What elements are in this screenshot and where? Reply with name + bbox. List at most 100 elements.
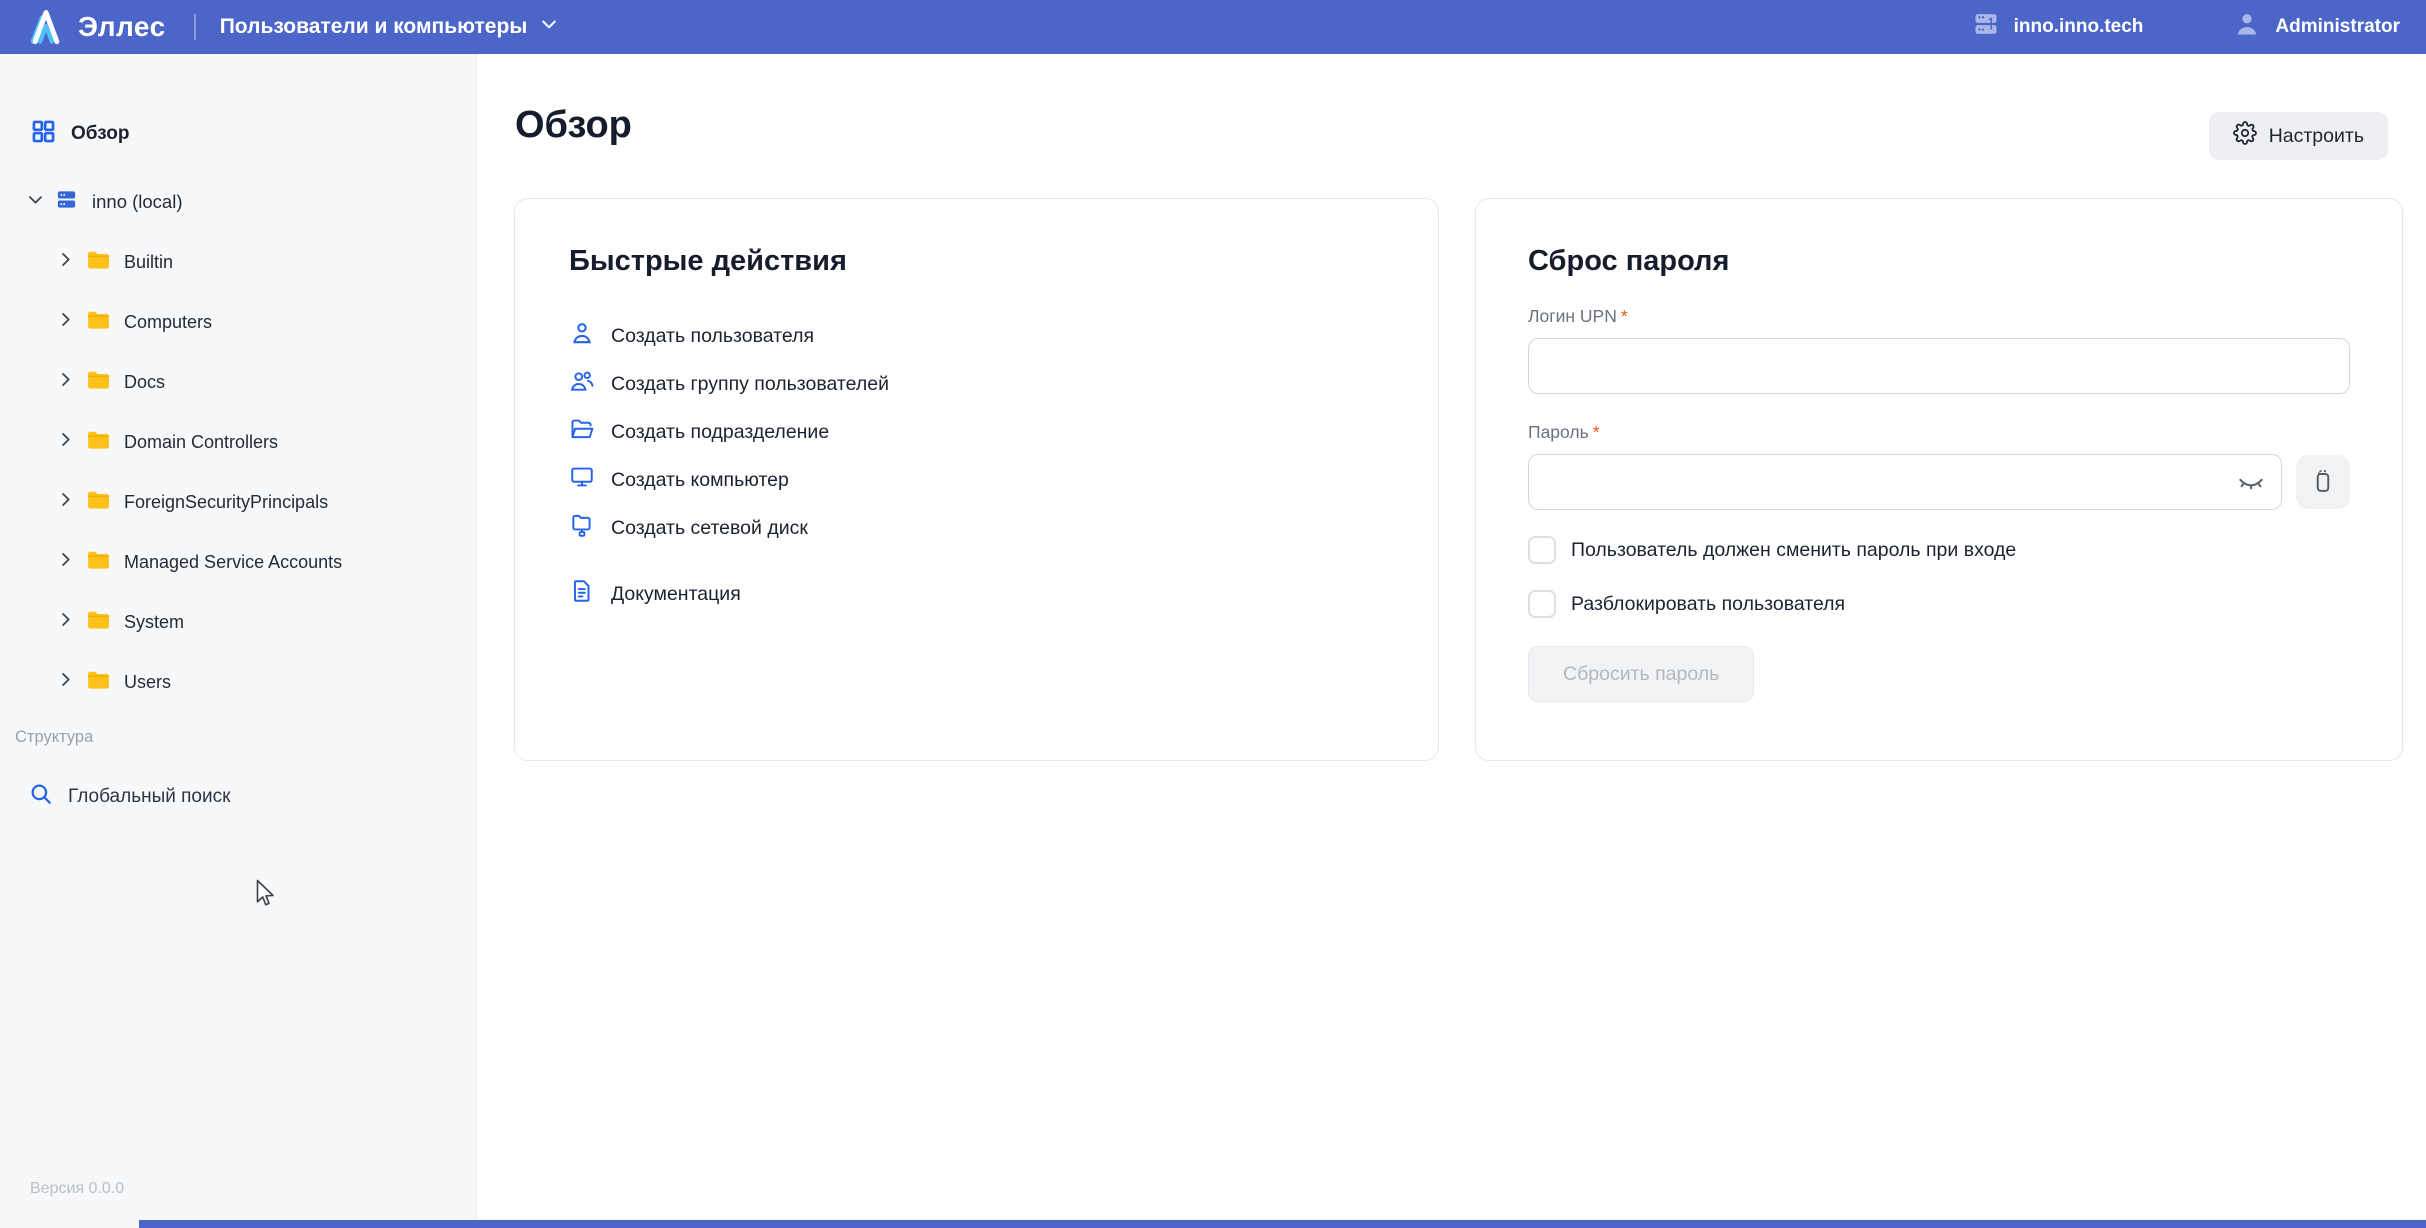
folder-icon xyxy=(85,547,110,577)
server-icon xyxy=(1972,10,2000,44)
chevron-right-icon[interactable] xyxy=(56,610,75,634)
create-network-drive-icon xyxy=(569,512,595,544)
chevron-right-icon[interactable] xyxy=(56,550,75,574)
create-computer-icon xyxy=(569,464,595,496)
password-reset-card: Сброс пароля Логин UPN* Пароль* xyxy=(1475,198,2403,761)
folder-icon xyxy=(85,367,110,397)
tree-node-users[interactable]: Users xyxy=(56,652,476,712)
folder-icon xyxy=(85,667,110,697)
domain-chip[interactable]: inno.inno.tech xyxy=(1972,10,2144,44)
tree-node-foreign-security-principals[interactable]: ForeignSecurityPrincipals xyxy=(56,472,476,532)
chevron-right-icon[interactable] xyxy=(56,310,75,334)
tree-folder-label: Computers xyxy=(124,312,212,333)
search-icon xyxy=(28,781,54,813)
current-user-name: Administrator xyxy=(2275,16,2400,38)
global-search-label: Глобальный поиск xyxy=(68,786,230,808)
password-reset-title: Сброс пароля xyxy=(1528,245,2350,278)
tree-folder-label: Users xyxy=(124,672,171,693)
section-title: Пользователи и компьютеры xyxy=(220,15,528,39)
sidebar-item-overview[interactable]: Обзор xyxy=(30,118,476,150)
required-asterisk: * xyxy=(1593,422,1600,442)
action-label: Создать сетевой диск xyxy=(611,517,808,540)
tree-node-domain-controllers[interactable]: Domain Controllers xyxy=(56,412,476,472)
copy-password-button[interactable] xyxy=(2296,455,2350,509)
required-asterisk: * xyxy=(1621,306,1628,326)
create-org-unit-icon xyxy=(569,416,595,448)
password-label: Пароль* xyxy=(1528,422,2350,443)
unlock-user-row: Разблокировать пользователя xyxy=(1528,590,2350,618)
folder-icon xyxy=(85,247,110,277)
tree-node-domain-root[interactable]: inno (local) xyxy=(26,186,476,218)
eye-closed-icon xyxy=(2236,466,2266,499)
reset-password-button[interactable]: Сбросить пароль xyxy=(1528,646,1754,702)
tree-folder-label: System xyxy=(124,612,184,633)
page-title: Обзор xyxy=(515,104,632,147)
chevron-down-icon xyxy=(539,14,559,40)
tree-node-system[interactable]: System xyxy=(56,592,476,652)
chevron-down-icon[interactable] xyxy=(26,190,45,214)
action-label: Создать компьютер xyxy=(611,469,789,492)
domain-server-icon xyxy=(55,188,78,216)
toggle-password-visibility-button[interactable] xyxy=(2236,466,2266,499)
chevron-right-icon[interactable] xyxy=(56,250,75,274)
action-label: Документация xyxy=(611,583,741,606)
tree-folder-label: Docs xyxy=(124,372,165,393)
folder-icon xyxy=(85,607,110,637)
gear-icon xyxy=(2233,121,2257,151)
quick-actions-title: Быстрые действия xyxy=(569,245,1386,278)
tree-node-managed-service-accounts[interactable]: Managed Service Accounts xyxy=(56,532,476,592)
action-create-computer[interactable]: Создать компьютер xyxy=(569,456,1386,504)
password-input[interactable] xyxy=(1528,454,2282,510)
tree-node-builtin[interactable]: Builtin xyxy=(56,232,476,292)
action-documentation[interactable]: Документация xyxy=(569,570,1386,618)
folder-icon xyxy=(85,487,110,517)
action-create-network-drive[interactable]: Создать сетевой диск xyxy=(569,504,1386,552)
create-user-icon xyxy=(569,320,595,352)
sidebar: Обзор inno (local) Builtin Computers Doc… xyxy=(0,54,477,1228)
folder-icon xyxy=(85,307,110,337)
tree-root-label: inno (local) xyxy=(92,191,183,213)
brand-name: Эллес xyxy=(78,11,166,43)
chevron-right-icon[interactable] xyxy=(56,490,75,514)
action-label: Создать группу пользователей xyxy=(611,373,889,396)
divider xyxy=(194,14,196,40)
unlock-user-label: Разблокировать пользователя xyxy=(1571,593,1845,616)
must-change-password-checkbox[interactable] xyxy=(1528,536,1556,564)
tree-folder-label: Managed Service Accounts xyxy=(124,552,342,573)
tree-node-computers[interactable]: Computers xyxy=(56,292,476,352)
quick-actions-card: Быстрые действия Создать пользователя xyxy=(514,198,1439,761)
section-switcher[interactable]: Пользователи и компьютеры xyxy=(220,14,560,40)
action-create-user[interactable]: Создать пользователя xyxy=(569,312,1386,360)
action-label: Создать подразделение xyxy=(611,421,829,444)
global-search-button[interactable]: Глобальный поиск xyxy=(28,777,476,817)
main-content: Обзор Настроить Быстрые действия xyxy=(477,54,2426,1228)
structure-caption: Структура xyxy=(15,728,476,747)
sidebar-overview-label: Обзор xyxy=(71,123,129,145)
tree-folder-label: Builtin xyxy=(124,252,173,273)
unlock-user-checkbox[interactable] xyxy=(1528,590,1556,618)
chevron-right-icon[interactable] xyxy=(56,430,75,454)
top-bar: Эллес Пользователи и компьютеры inno.inn… xyxy=(0,0,2426,54)
chevron-right-icon[interactable] xyxy=(56,670,75,694)
configure-button[interactable]: Настроить xyxy=(2209,112,2388,160)
login-upn-input[interactable] xyxy=(1528,338,2350,394)
must-change-password-label: Пользователь должен сменить пароль при в… xyxy=(1571,539,2016,562)
domain-name: inno.inno.tech xyxy=(2014,16,2144,38)
documentation-icon xyxy=(569,578,595,610)
chevron-right-icon[interactable] xyxy=(56,370,75,394)
version-label: Версия 0.0.0 xyxy=(30,1180,124,1198)
app-logo[interactable]: Эллес xyxy=(26,5,166,50)
login-upn-label: Логин UPN* xyxy=(1528,306,2350,327)
bottom-accent-strip xyxy=(139,1220,2426,1228)
folder-icon xyxy=(85,427,110,457)
action-create-org-unit[interactable]: Создать подразделение xyxy=(569,408,1386,456)
tree-node-docs[interactable]: Docs xyxy=(56,352,476,412)
user-menu[interactable]: Administrator xyxy=(2233,10,2400,44)
configure-button-label: Настроить xyxy=(2269,125,2364,148)
user-icon xyxy=(2233,10,2261,44)
copy-icon xyxy=(2309,467,2337,498)
action-label: Создать пользователя xyxy=(611,325,814,348)
dashboard-grid-icon xyxy=(30,118,57,151)
action-create-user-group[interactable]: Создать группу пользователей xyxy=(569,360,1386,408)
tree-folder-label: Domain Controllers xyxy=(124,432,278,453)
